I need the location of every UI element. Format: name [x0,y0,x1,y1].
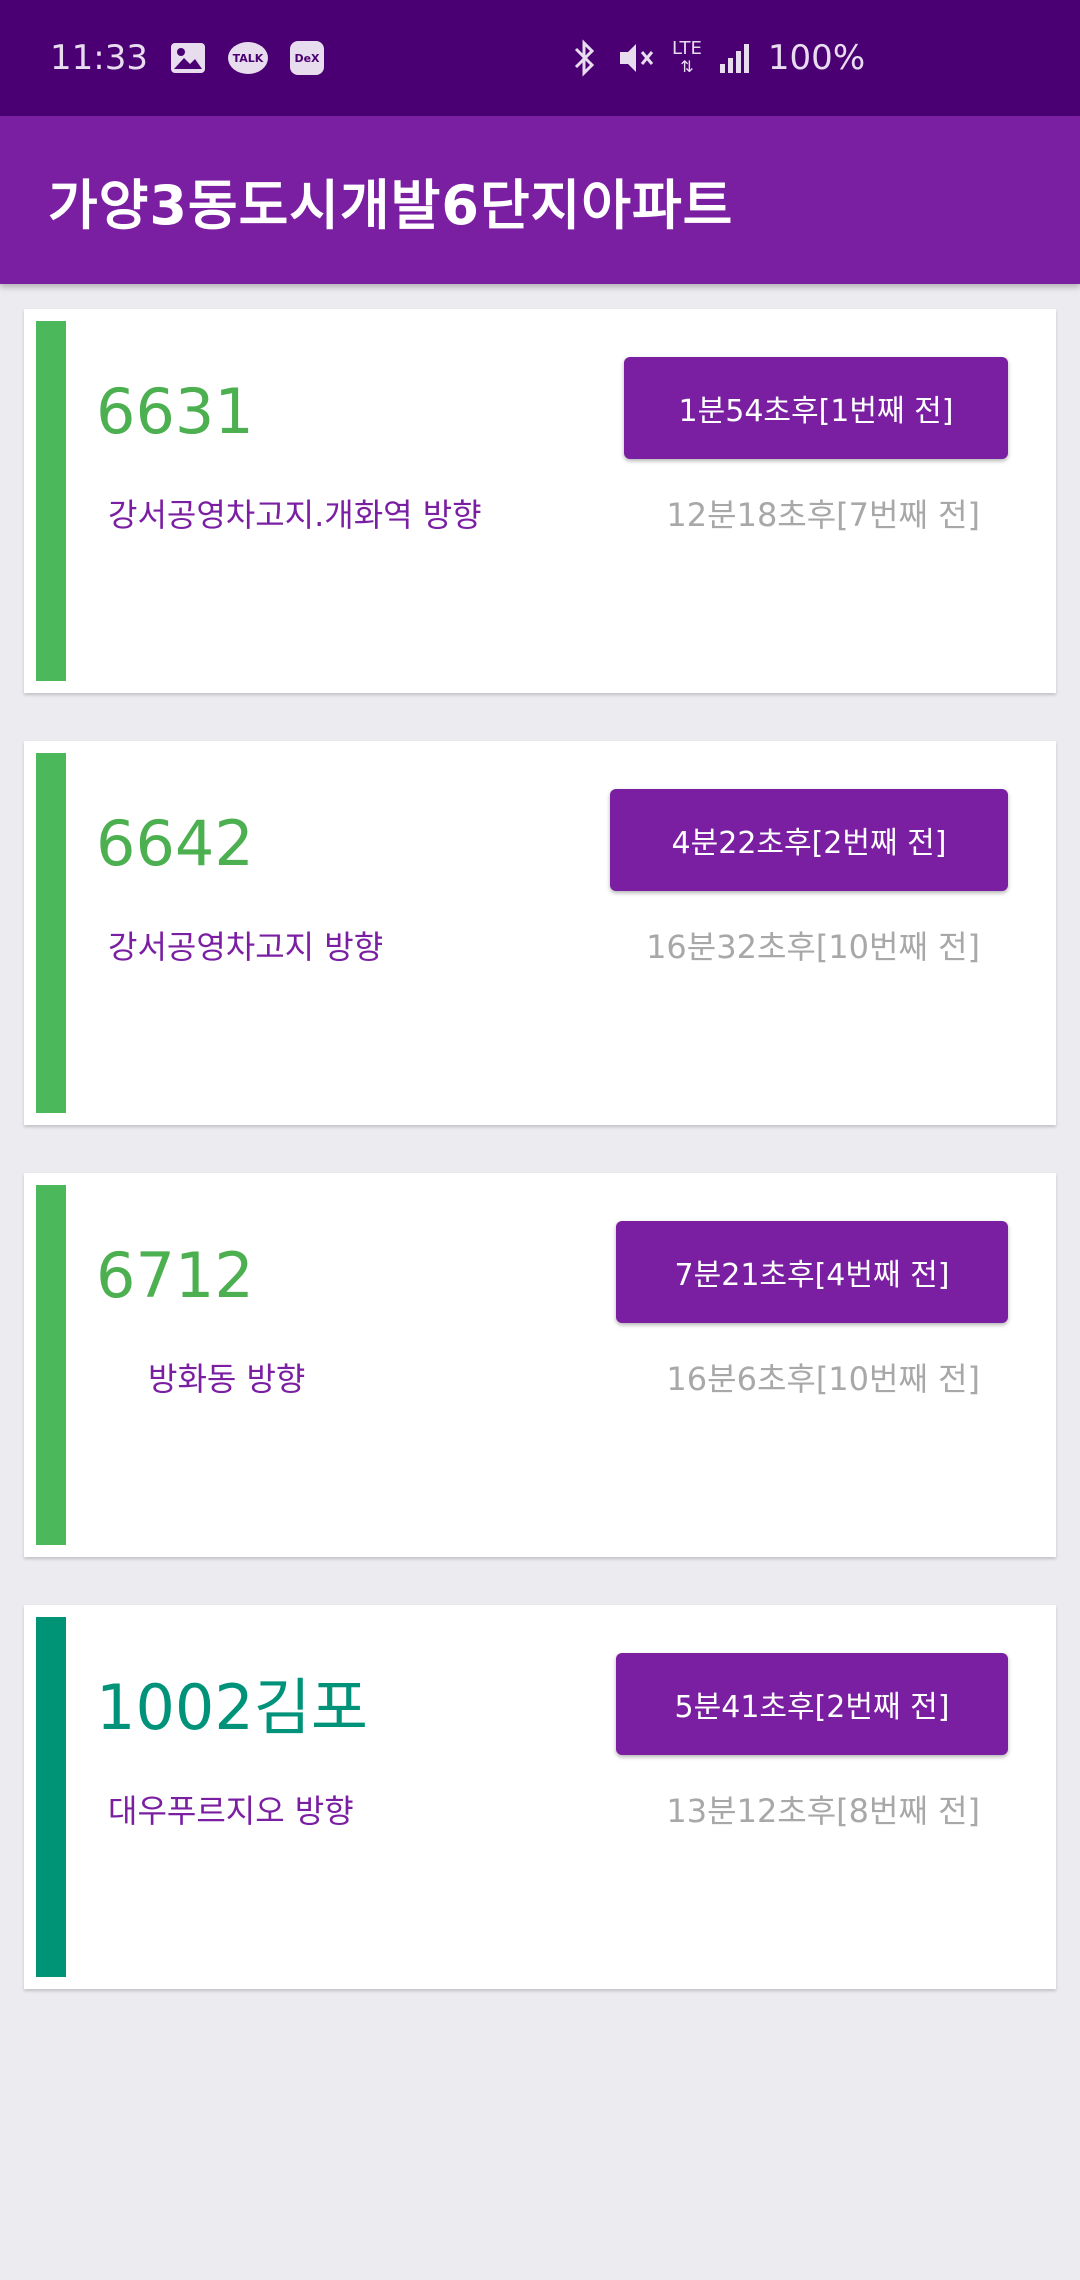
battery-percent: 100% [767,38,866,78]
second-arrival-text: 13분12초후[8번째 전] [666,1792,980,1830]
page-title: 가양3동도시개발6단지아파트 [48,173,734,237]
route-number: 6642 [96,807,254,880]
kakaotalk-icon: TALK [227,42,268,74]
route-direction: 대우푸르지오 방향 [108,1792,354,1830]
signal-icon [718,42,752,74]
route-card[interactable]: 6631 강서공영차고지.개화역 방향 1분54초후[1번째 전] 12분18초… [24,309,1056,693]
route-color-stripe [36,753,66,1113]
route-number: 6631 [96,375,254,448]
dex-icon: DeX [289,41,324,75]
route-color-stripe [36,1617,66,1977]
second-arrival-text: 12분18초후[7번째 전] [666,496,980,534]
mute-icon [616,40,656,76]
status-bar: 11:33 TALK DeX LTE ⇅ 100% [0,0,1080,116]
route-number: 6712 [96,1239,254,1312]
app-bar: 가양3동도시개발6단지아파트 [0,116,1080,284]
route-card[interactable]: 6642 강서공영차고지 방향 4분22초후[2번째 전] 16분32초후[10… [24,741,1056,1125]
route-card[interactable]: 1002김포 대우푸르지오 방향 5분41초후[2번째 전] 13분12초후[8… [24,1605,1056,1989]
second-arrival-text: 16분32초후[10번째 전] [646,928,980,966]
second-arrival-text: 16분6초후[10번째 전] [666,1360,980,1398]
route-direction: 강서공영차고지 방향 [108,928,384,966]
lte-label: LTE [672,38,702,59]
lte-icon: LTE ⇅ [672,38,702,76]
clock: 11:33 [50,38,148,78]
route-number: 1002김포 [96,1671,368,1744]
first-arrival-button[interactable]: 7분21초후[4번째 전] [616,1221,1008,1323]
route-color-stripe [36,1185,66,1545]
route-color-stripe [36,321,66,681]
bluetooth-icon [570,39,600,77]
first-arrival-button[interactable]: 4분22초후[2번째 전] [610,789,1008,891]
first-arrival-button[interactable]: 5분41초후[2번째 전] [616,1653,1008,1755]
route-card[interactable]: 6712 방화동 방향 7분21초후[4번째 전] 16분6초후[10번째 전] [24,1173,1056,1557]
route-direction: 강서공영차고지.개화역 방향 [108,496,482,534]
gallery-icon [170,42,206,74]
first-arrival-button[interactable]: 1분54초후[1번째 전] [624,357,1008,459]
route-direction: 방화동 방향 [148,1360,306,1398]
